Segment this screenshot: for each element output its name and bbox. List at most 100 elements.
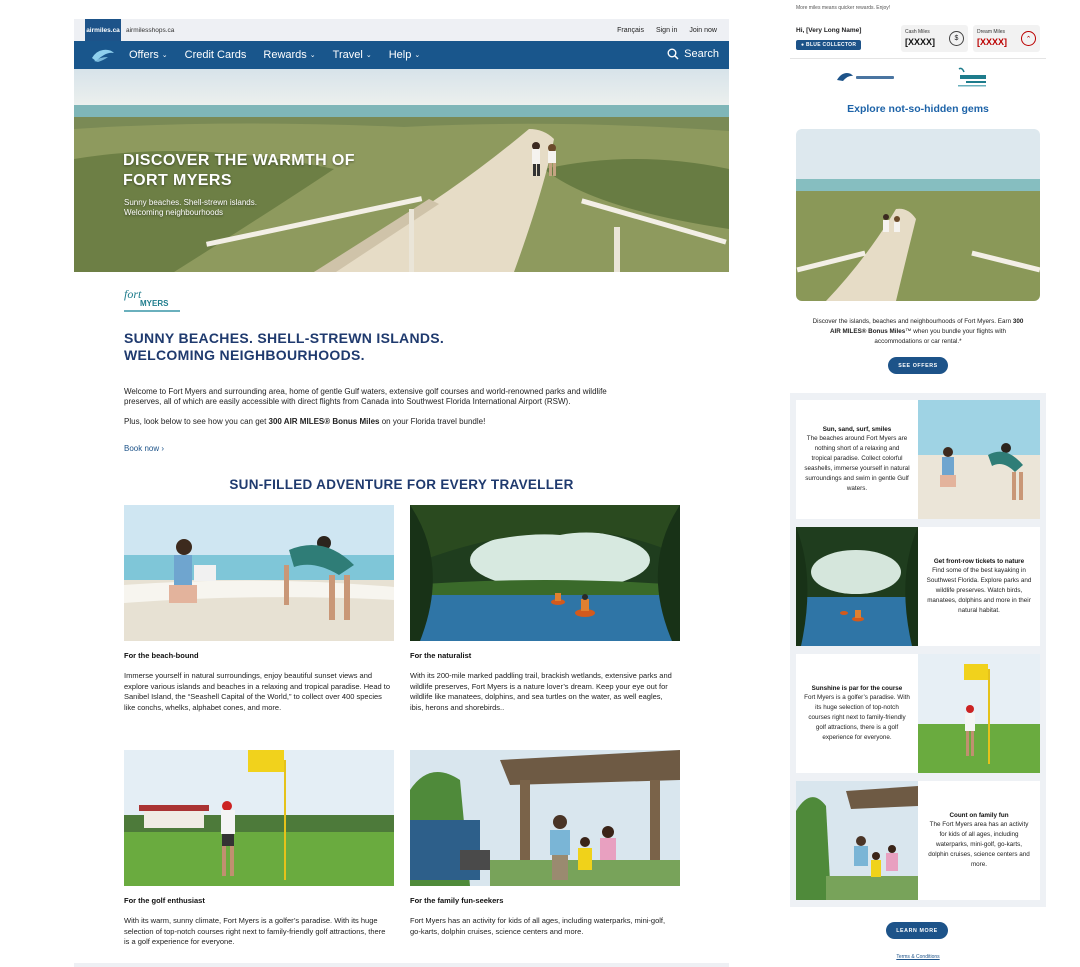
cash-miles-box: Cash Miles [XXXX] $ xyxy=(901,25,968,52)
bonus-miles-highlight: 300 AIR MILES® Bonus Miles xyxy=(268,417,380,426)
dream-miles-value: [XXXX] xyxy=(977,37,1008,47)
feature-image xyxy=(796,527,918,646)
bonus-suffix: on your Florida travel bundle! xyxy=(379,417,486,426)
beach-path-image xyxy=(796,129,1040,301)
dollar-icon: $ xyxy=(949,31,964,46)
nav-travel[interactable]: Travel ⌄ xyxy=(333,49,372,61)
feature-text: Get front-row tickets to nature Find som… xyxy=(918,527,1040,646)
search-button[interactable]: Search xyxy=(667,48,719,60)
chevron-right-icon: › xyxy=(161,444,165,453)
nav-credit-cards-label: Credit Cards xyxy=(184,49,247,61)
nav-offers-label: Offers xyxy=(129,49,159,61)
page-footer-strip xyxy=(74,963,729,967)
chevron-up-icon: ⌃ xyxy=(1021,31,1036,46)
feature-desc: The beaches around Fort Myers are nothin… xyxy=(804,434,910,492)
feature-title: Count on family fun xyxy=(949,811,1009,819)
air-miles-logo-icon[interactable] xyxy=(90,45,116,65)
utility-bar: airmiles.ca airmilesshops.ca Français Si… xyxy=(74,19,729,41)
email-hero-image xyxy=(796,129,1040,301)
chevron-down-icon: ⌄ xyxy=(365,52,372,59)
shops-site-tab[interactable]: airmilesshops.ca xyxy=(126,27,174,34)
search-icon xyxy=(667,48,679,60)
bonus-paragraph: Plus, look below to see how you can get … xyxy=(124,417,624,427)
feature-row: Count on family fun The Fort Myers area … xyxy=(796,781,1040,900)
card-title: For the naturalist xyxy=(410,651,472,660)
book-now-label: Book now xyxy=(124,444,160,453)
chevron-down-icon: ⌄ xyxy=(161,52,168,59)
email-preheader: More miles means quicker rewards. Enjoy! xyxy=(796,5,891,11)
card-family: For the family fun-seekers Fort Myers ha… xyxy=(410,750,680,937)
feature-row: Sunshine is par for the course Fort Myer… xyxy=(796,654,1040,773)
card-text: With its 200-mile marked paddling trail,… xyxy=(410,671,672,712)
nav-offers[interactable]: Offers ⌄ xyxy=(129,49,168,61)
nav-rewards[interactable]: Rewards ⌄ xyxy=(263,49,315,61)
fort-myers-logo-icon: fort MYERS xyxy=(124,287,180,312)
golf-image xyxy=(918,654,1040,773)
sign-in-link[interactable]: Sign in xyxy=(656,27,677,34)
utility-links: Français Sign in Join now xyxy=(617,27,717,34)
card-text: Immerse yourself in natural surroundings… xyxy=(124,671,390,712)
kayak-image xyxy=(796,527,918,646)
dream-miles-box: Dream Miles [XXXX] ⌃ xyxy=(973,25,1040,52)
feature-image xyxy=(918,400,1040,519)
search-label: Search xyxy=(684,48,719,60)
feature-desc: The Fort Myers area has an activity for … xyxy=(928,820,1030,868)
terms-link[interactable]: Terms & Conditions xyxy=(790,954,1046,960)
join-now-link[interactable]: Join now xyxy=(689,27,717,34)
desktop-page: airmiles.ca airmilesshops.ca Français Si… xyxy=(74,19,729,967)
family-image xyxy=(410,750,680,886)
hero-subtitle: Sunny beaches. Shell-strewn islands. Wel… xyxy=(124,198,257,217)
airmiles-site-tab[interactable]: airmiles.ca xyxy=(85,19,121,41)
card-nature: For the naturalist With its 200-mile mar… xyxy=(410,505,680,713)
beach-shells-image xyxy=(124,505,394,641)
feature-row: Sun, sand, surf, smiles The beaches arou… xyxy=(796,400,1040,519)
card-title: For the golf enthusiast xyxy=(124,896,205,905)
greeting: Hi, [Very Long Name] xyxy=(796,27,862,34)
feature-row: Get front-row tickets to nature Find som… xyxy=(796,527,1040,646)
fort-myers-logo-icon xyxy=(958,67,986,87)
card-title: For the beach-bound xyxy=(124,651,199,660)
chevron-down-icon: ⌄ xyxy=(414,52,421,59)
book-now-link[interactable]: Book now › xyxy=(124,444,164,453)
hero-banner: DISCOVER THE WARMTH OF FORT MYERS Sunny … xyxy=(74,69,729,272)
beach-shells-image xyxy=(918,400,1040,519)
see-offers-button[interactable]: SEE OFFERS xyxy=(888,357,948,374)
card-beach: For the beach-bound Immerse yourself in … xyxy=(124,505,394,713)
nav-help-label: Help xyxy=(388,49,412,61)
tier-icon: ● xyxy=(801,42,805,48)
feature-title: Sun, sand, surf, smiles xyxy=(822,425,892,433)
feature-title: Sunshine is par for the course xyxy=(811,684,903,692)
card-title: For the family fun-seekers xyxy=(410,896,504,905)
nav-help[interactable]: Help ⌄ xyxy=(389,49,421,61)
feature-text: Sun, sand, surf, smiles The beaches arou… xyxy=(796,400,918,519)
email-heading: Explore not-so-hidden gems xyxy=(847,103,989,115)
air-miles-logo-icon xyxy=(837,73,894,81)
bonus-prefix: Plus, look below to see how you can get xyxy=(124,417,269,426)
tier-badge: ● BLUE COLLECTOR xyxy=(796,40,862,50)
language-link[interactable]: Français xyxy=(617,27,644,34)
card-text: With its warm, sunny climate, Fort Myers… xyxy=(124,916,386,946)
kayak-image xyxy=(410,505,680,641)
feature-desc: Find some of the best kayaking in Southw… xyxy=(926,566,1032,614)
divider xyxy=(790,58,1046,59)
family-image xyxy=(796,781,918,900)
email-body-prefix: Discover the islands, beaches and neighb… xyxy=(812,318,1013,325)
nav-credit-cards[interactable]: Credit Cards xyxy=(185,49,247,61)
feature-image xyxy=(918,654,1040,773)
nav-travel-label: Travel xyxy=(332,49,363,61)
hero-title: DISCOVER THE WARMTH OF FORT MYERS xyxy=(123,152,355,189)
page-heading: SUNNY BEACHES. SHELL-STREWN ISLANDS. WEL… xyxy=(124,330,445,363)
email-body-text: Discover the islands, beaches and neighb… xyxy=(808,317,1028,347)
cash-miles-label: Cash Miles xyxy=(905,29,930,35)
feature-grid: Sun, sand, surf, smiles The beaches arou… xyxy=(790,393,1046,907)
tier-label: BLUE COLLECTOR xyxy=(806,42,857,48)
feature-desc: Fort Myers is a golfer’s paradise. With … xyxy=(804,693,910,741)
feature-image xyxy=(796,781,918,900)
partner-logos xyxy=(837,67,986,87)
section-title: SUN-FILLED ADVENTURE FOR EVERY TRAVELLER xyxy=(229,477,574,492)
learn-more-button[interactable]: LEARN MORE xyxy=(886,922,948,939)
intro-paragraph: Welcome to Fort Myers and surrounding ar… xyxy=(124,387,607,406)
cash-miles-value: [XXXX] xyxy=(905,37,936,47)
svg-text:MYERS: MYERS xyxy=(140,299,169,308)
golf-image xyxy=(124,750,394,886)
